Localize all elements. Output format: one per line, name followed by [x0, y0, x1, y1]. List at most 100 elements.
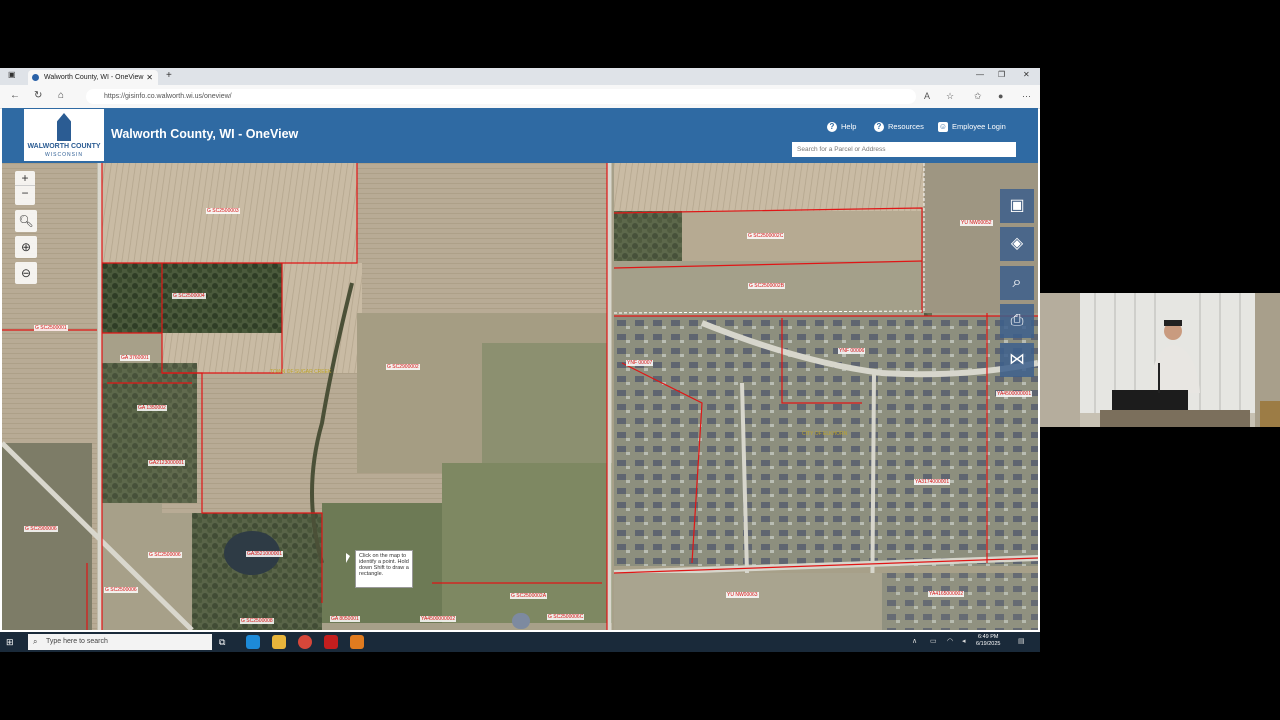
favorite-star-icon[interactable]: ☆	[946, 91, 954, 102]
parcel-label: G SC2500003	[206, 208, 240, 214]
logo-line1: WALWORTH COUNTY	[27, 143, 101, 150]
home-icon[interactable]: ⌂	[58, 90, 64, 101]
zoom-control: + −	[15, 171, 35, 205]
employee-login-link[interactable]: ☺ Employee Login	[938, 122, 1006, 133]
resources-label: Resources	[888, 122, 924, 131]
address-bar-row: ← ↻ ⌂ https://gisinfo.co.walworth.wi.us/…	[0, 85, 1040, 109]
webcam-feed	[1040, 293, 1280, 427]
parcel-label: G SC2900006	[24, 526, 58, 532]
taskbar-clock[interactable]: 6:49 PM 6/19/2025	[976, 634, 1000, 648]
parcel-label: GA2123000001	[148, 460, 186, 466]
acrobat-icon[interactable]	[324, 635, 338, 649]
browser-tab[interactable]: Walworth County, WI - OneView ✕	[28, 70, 158, 85]
parcel-label: G SC2500004	[172, 293, 206, 299]
read-aloud-icon[interactable]: A	[924, 91, 930, 101]
tab-title: Walworth County, WI - OneView	[44, 74, 144, 81]
print-icon[interactable]: ⎙	[1000, 304, 1034, 338]
close-tab-icon[interactable]: ✕	[146, 70, 153, 85]
file-explorer-icon[interactable]	[272, 635, 286, 649]
volume-icon[interactable]: ◂	[962, 637, 966, 645]
parcel-label: G SC2500002A	[510, 593, 548, 599]
parcel-label: G SC2900002	[386, 364, 420, 370]
browser-tab-bar: ▣ Walworth County, WI - OneView ✕ + — ❐ …	[0, 68, 1040, 85]
taskbar-search-text: Type here to search	[46, 638, 108, 645]
municipality-label: CITY OF ELKHORN	[802, 431, 848, 437]
edge-browser-icon[interactable]	[246, 635, 260, 649]
parcel-label: G SC2500002C	[747, 233, 785, 239]
restore-icon[interactable]: ❐	[998, 70, 1005, 79]
taskbar-search[interactable]: ⌕ Type here to search	[28, 634, 212, 650]
more-menu-icon[interactable]: ⋯	[1022, 91, 1031, 102]
favorites-icon[interactable]: ✩	[974, 91, 982, 102]
parcel-label: GA 3760001	[120, 355, 150, 361]
parcel-label: YA4500000002	[420, 616, 457, 622]
zoom-in-box-icon[interactable]: ⊕	[15, 236, 37, 258]
mouse-cursor-icon	[346, 553, 350, 563]
aerial-map-image	[2, 163, 1038, 630]
close-window-icon[interactable]: ✕	[1023, 70, 1030, 79]
share-icon[interactable]: ⋈	[1000, 343, 1034, 377]
parcel-label: G SC2500006	[148, 552, 182, 558]
map-view[interactable]: G SC2500003 G SC2500004 G SC2500001 GA 3…	[2, 163, 1038, 630]
parcel-label: G SC2500006C	[547, 614, 585, 620]
parcel-label: GA 1350002	[137, 405, 167, 411]
courthouse-icon	[57, 113, 71, 141]
parcel-label: YA3174000001	[914, 479, 951, 485]
help-link[interactable]: ? Help	[827, 122, 857, 133]
identify-tool-icon[interactable]: 🔍︎	[15, 210, 37, 232]
taskbar-search-icon: ⌕	[33, 637, 38, 646]
help-label: Help	[841, 122, 857, 131]
chrome-icon[interactable]	[298, 635, 312, 649]
toolbox-icon[interactable]: ▣	[1000, 189, 1034, 223]
zoom-out-box-icon[interactable]: ⊖	[15, 262, 37, 284]
back-icon[interactable]: ←	[10, 90, 20, 101]
minimize-icon[interactable]: —	[976, 70, 984, 79]
identify-tooltip: Click on the map to identify a point. Ho…	[355, 550, 413, 588]
parcel-label: YNF 00006	[838, 348, 866, 354]
refresh-icon[interactable]: ↻	[34, 90, 42, 101]
parcel-label: G SC2500001	[34, 325, 68, 331]
map-compass-button[interactable]	[512, 613, 530, 629]
parcel-label: GA 8050001	[330, 616, 360, 622]
parcel-label: G SC2500008	[240, 618, 274, 624]
notifications-icon[interactable]: ▤	[1018, 637, 1025, 645]
task-view-icon[interactable]: ⧉	[219, 635, 233, 649]
desktop-screen: ▣ Walworth County, WI - OneView ✕ + — ❐ …	[0, 68, 1040, 652]
url-text: https://gisinfo.co.walworth.wi.us/onevie…	[104, 93, 232, 100]
parcel-label: YA4500000001	[996, 391, 1033, 397]
site-favicon-icon	[32, 74, 39, 81]
parcel-search-input[interactable]	[792, 142, 1016, 157]
profile-avatar-icon[interactable]: ●	[998, 91, 1003, 101]
parcel-label: GA3521000001	[246, 551, 284, 557]
county-logo[interactable]: WALWORTH COUNTY WISCONSIN	[24, 109, 104, 161]
search-icon[interactable]: ⌕	[1000, 266, 1034, 300]
vlc-icon[interactable]	[350, 635, 364, 649]
network-icon[interactable]: ▭	[930, 637, 937, 645]
employee-login-label: Employee Login	[952, 122, 1006, 131]
tooltip-text: Click on the map to identify a point. Ho…	[359, 553, 409, 577]
wifi-icon[interactable]: ◠	[947, 637, 953, 645]
parcel-label: YNF 00007	[626, 360, 654, 366]
new-tab-icon[interactable]: +	[166, 70, 172, 81]
parcel-label: G SC2500006	[104, 587, 138, 593]
zoom-out-icon[interactable]: −	[15, 186, 35, 200]
tab-actions-icon[interactable]: ▣	[8, 70, 16, 79]
clock-time: 6:49 PM	[977, 634, 999, 640]
app-header: WALWORTH COUNTY WISCONSIN Walworth Count…	[2, 108, 1038, 163]
parcel-label: YA4165000002	[928, 591, 965, 597]
page-title: Walworth County, WI - OneView	[111, 127, 299, 141]
layers-icon[interactable]: ◈	[1000, 227, 1034, 261]
url-field[interactable]: https://gisinfo.co.walworth.wi.us/onevie…	[86, 89, 916, 104]
municipality-label: TOWN OF SUGAR CREEK	[270, 369, 332, 375]
logo-line2: WISCONSIN	[45, 152, 83, 158]
parcel-label: YU NW00063	[726, 592, 759, 598]
presenter-video-image	[1040, 293, 1280, 427]
resources-link[interactable]: ? Resources	[874, 122, 924, 133]
parcel-label: YU NW00052	[960, 220, 993, 226]
tray-chevron-icon[interactable]: ∧	[912, 637, 917, 645]
parcel-label: G SC2500002B	[748, 283, 786, 289]
clock-date: 6/19/2025	[976, 641, 1001, 647]
zoom-in-icon[interactable]: +	[15, 171, 35, 185]
windows-taskbar: ⊞ ⌕ Type here to search ⧉ ∧ ▭ ◠ ◂ 6:49 P…	[0, 632, 1040, 652]
windows-start-icon[interactable]: ⊞	[6, 637, 16, 647]
